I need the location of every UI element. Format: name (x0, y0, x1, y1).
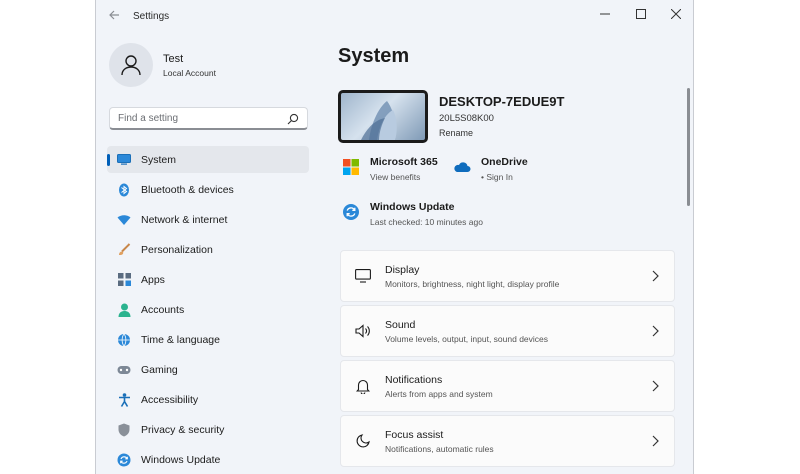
search-icon[interactable] (287, 113, 299, 125)
sidebar-item-label: System (141, 153, 177, 166)
sidebar-item-bluetooth[interactable]: Bluetooth & devices (107, 176, 309, 203)
card-title: Display (385, 263, 420, 276)
card-subtitle: Notifications, automatic rules (385, 443, 494, 454)
sidebar-item-label: Accessibility (141, 393, 199, 406)
update-icon (117, 453, 131, 467)
sidebar-item-system[interactable]: System (107, 146, 309, 173)
settings-card-list: Display Monitors, brightness, night ligh… (340, 250, 675, 470)
sidebar-item-privacy-security[interactable]: Privacy & security (107, 416, 309, 443)
display-card[interactable]: Display Monitors, brightness, night ligh… (340, 250, 675, 302)
profile-account-type: Local Account (163, 67, 216, 78)
sidebar-item-apps[interactable]: Apps (107, 266, 309, 293)
title-bar: Settings (96, 0, 693, 34)
sidebar-item-time-language[interactable]: Time & language (107, 326, 309, 353)
speaker-icon (355, 323, 371, 339)
microsoft-365-subtitle: View benefits (370, 172, 421, 182)
sidebar-item-gaming[interactable]: Gaming (107, 356, 309, 383)
notifications-card[interactable]: Notifications Alerts from apps and syste… (340, 360, 675, 412)
minimize-button[interactable] (588, 3, 622, 25)
sidebar-item-label: Network & internet (141, 213, 228, 226)
onedrive-subtitle: • Sign In (481, 172, 513, 182)
chevron-right-icon (652, 325, 659, 337)
microsoft-365-link[interactable]: Microsoft 365 View benefits (342, 156, 438, 182)
sidebar-item-label: Privacy & security (141, 423, 225, 436)
device-name: DESKTOP-7EDUE9T (439, 94, 565, 109)
page-title: System (338, 45, 410, 67)
onedrive-title: OneDrive (481, 156, 528, 168)
sidebar-item-accessibility[interactable]: Accessibility (107, 386, 309, 413)
sidebar-item-label: Time & language (141, 333, 220, 346)
person-icon (121, 55, 141, 76)
card-title: Notifications (385, 373, 443, 386)
focus-assist-card[interactable]: Focus assist Notifications, automatic ru… (340, 415, 675, 467)
card-title: Focus assist (385, 428, 444, 441)
sidebar-item-label: Windows Update (141, 453, 221, 466)
search-input[interactable] (110, 112, 280, 124)
maximize-button[interactable] (624, 3, 658, 25)
sound-card[interactable]: Sound Volume levels, output, input, soun… (340, 305, 675, 357)
chevron-right-icon (652, 270, 659, 282)
scrollbar-thumb[interactable] (687, 88, 690, 206)
card-subtitle: Alerts from apps and system (385, 388, 493, 399)
brush-icon (117, 242, 131, 257)
bell-icon (355, 378, 371, 394)
rename-link[interactable]: Rename (439, 128, 564, 138)
sidebar-nav: System Bluetooth & devices Network & int… (107, 146, 309, 474)
sidebar-item-label: Accounts (141, 303, 185, 316)
shield-icon (117, 423, 131, 437)
settings-window: Settings Test Local Account System (95, 0, 694, 474)
wifi-icon (117, 213, 131, 227)
search-box[interactable] (109, 107, 308, 130)
back-arrow-icon[interactable] (105, 9, 123, 25)
chevron-right-icon (652, 435, 659, 447)
device-info: DESKTOP-7EDUE9T 20L5S08K00 Rename (338, 90, 564, 143)
display-icon (355, 268, 371, 284)
gamepad-icon (117, 363, 131, 377)
onedrive-cloud-icon (454, 162, 471, 172)
sidebar-item-label: Personalization (141, 243, 213, 256)
card-subtitle: Monitors, brightness, night light, displ… (385, 278, 560, 289)
user-profile[interactable]: Test Local Account (109, 43, 216, 87)
accessibility-icon (117, 392, 131, 407)
update-icon (343, 204, 359, 220)
device-model: 20L5S08K00 (439, 113, 494, 124)
chevron-right-icon (652, 380, 659, 392)
avatar (109, 43, 153, 87)
window-title: Settings (133, 11, 170, 22)
windows-update-subtitle: Last checked: 10 minutes ago (370, 217, 483, 227)
apps-icon (117, 273, 131, 287)
sidebar-item-network[interactable]: Network & internet (107, 206, 309, 233)
sidebar-item-accounts[interactable]: Accounts (107, 296, 309, 323)
card-title: Sound (385, 318, 416, 331)
profile-name: Test (163, 52, 184, 65)
sidebar-item-label: Bluetooth & devices (141, 183, 234, 196)
sidebar-item-label: Gaming (141, 363, 178, 376)
onedrive-link[interactable]: OneDrive • Sign In (453, 156, 528, 182)
card-subtitle: Volume levels, output, input, sound devi… (385, 333, 549, 344)
sidebar-item-label: Apps (141, 273, 165, 286)
microsoft-365-title: Microsoft 365 (370, 156, 438, 168)
bluetooth-icon (117, 183, 131, 197)
system-icon (117, 153, 131, 167)
device-wallpaper-thumbnail (338, 90, 428, 143)
moon-icon (355, 433, 371, 449)
sidebar-item-windows-update[interactable]: Windows Update (107, 446, 309, 473)
windows-update-title: Windows Update (370, 201, 455, 213)
windows-update-link[interactable]: Windows Update Last checked: 10 minutes … (342, 201, 483, 227)
close-button[interactable] (659, 3, 693, 25)
globe-clock-icon (117, 333, 131, 347)
microsoft-logo-icon (343, 159, 359, 175)
sidebar-item-personalization[interactable]: Personalization (107, 236, 309, 263)
person-icon (117, 303, 131, 317)
